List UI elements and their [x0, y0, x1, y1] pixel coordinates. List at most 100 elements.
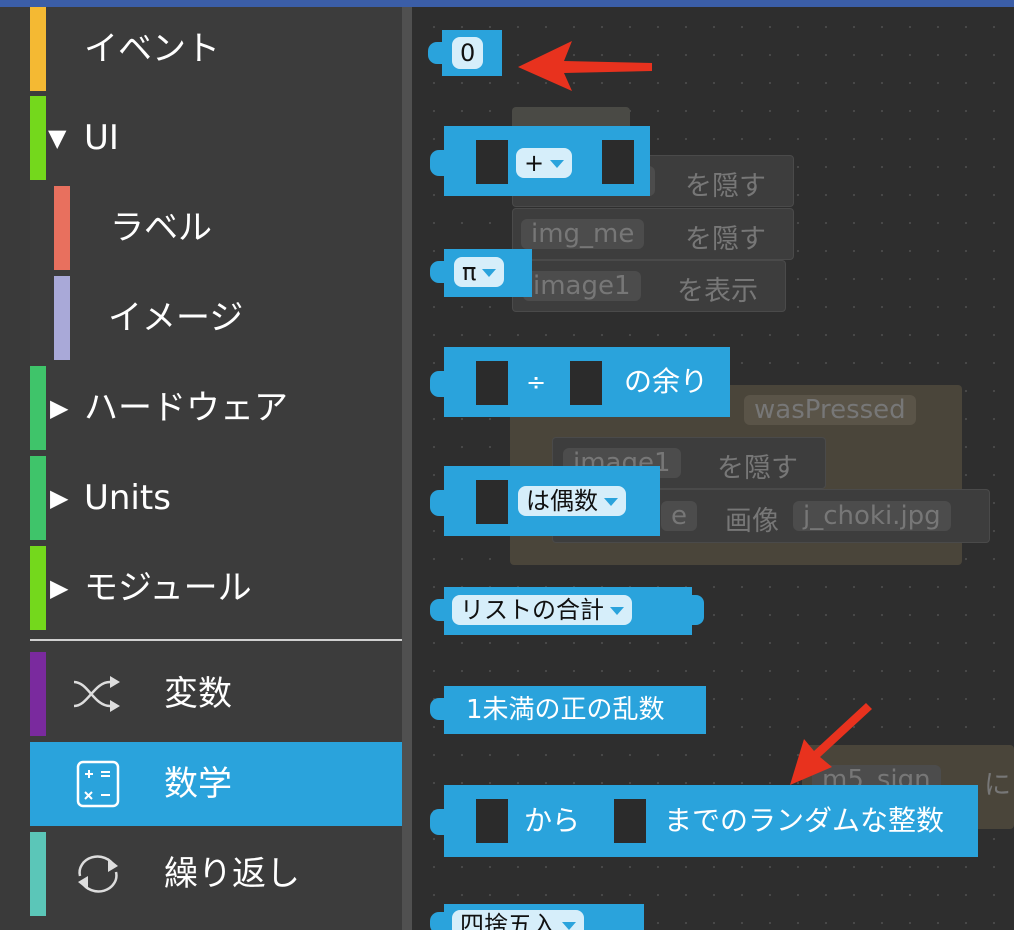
operator-text: +	[524, 149, 545, 177]
calculator-icon	[76, 760, 120, 808]
collapse-triangle-icon[interactable]: ▶	[50, 366, 68, 450]
list-op-dropdown[interactable]: リストの合計	[452, 595, 632, 625]
operator-dropdown[interactable]: +	[516, 148, 573, 178]
constant-dropdown[interactable]: π	[454, 257, 505, 287]
output-tab	[430, 599, 448, 621]
category-units[interactable]: ▶ Units	[30, 456, 402, 540]
category-variables[interactable]: 変数	[30, 652, 402, 736]
category-color-bar	[54, 276, 70, 360]
input-socket[interactable]	[476, 799, 508, 843]
ghost-hide-block: img_me を隠す	[512, 208, 794, 260]
category-math[interactable]: 数学	[30, 742, 402, 826]
category-image-sub[interactable]: イメージ	[30, 276, 402, 360]
is-even-block[interactable]: は偶数	[430, 466, 660, 536]
category-color-bar	[30, 96, 46, 180]
ghost-dropdown: image1	[523, 271, 641, 301]
category-label: ラベル	[110, 208, 212, 248]
category-label: Units	[84, 478, 171, 518]
ghost-label: 画像	[725, 506, 779, 537]
output-tab	[430, 698, 448, 720]
category-loops[interactable]: 繰り返し	[30, 832, 402, 916]
ghost-action-text: を隠す	[685, 224, 766, 255]
annotation-arrow-icon	[518, 41, 652, 91]
category-label: 数学	[164, 764, 232, 804]
collapse-triangle-icon[interactable]: ▶	[50, 546, 68, 630]
ghost-dropdown: wasPressed	[744, 395, 916, 425]
category-event[interactable]: イベント	[30, 7, 402, 91]
input-tab	[690, 595, 704, 625]
top-bar	[0, 0, 1014, 7]
constant-block[interactable]: π	[430, 249, 532, 297]
output-tab	[428, 42, 446, 64]
collapse-triangle-icon[interactable]: ▶	[50, 456, 68, 540]
list-sum-block[interactable]: リストの合計	[430, 587, 704, 635]
number-value-field[interactable]: 0	[452, 37, 484, 69]
category-color-bar	[30, 7, 46, 91]
left-margin	[0, 7, 30, 930]
property-dropdown[interactable]: は偶数	[518, 486, 626, 516]
ghost-action-text: を表示	[677, 276, 758, 307]
sidebar-divider[interactable]	[402, 7, 412, 930]
output-tab	[430, 912, 448, 930]
round-text: 四捨五入	[460, 911, 556, 930]
input-socket[interactable]	[476, 480, 508, 524]
category-ui[interactable]: ▼ UI	[30, 96, 402, 180]
number-block[interactable]: 0	[428, 30, 502, 76]
round-dropdown[interactable]: 四捨五入	[452, 910, 584, 930]
annotation-arrow-icon	[790, 703, 872, 785]
block-workspace[interactable]: m5 を隠す img_me を隠す image1 を表示 wasPressed …	[412, 7, 1014, 930]
output-tab	[430, 371, 448, 397]
input-socket[interactable]	[602, 140, 634, 184]
category-label: ハードウェア	[84, 388, 288, 428]
ghost-dropdown: j_choki.jpg	[793, 501, 951, 531]
category-label: 変数	[164, 674, 232, 714]
block-label: の余り	[624, 365, 709, 398]
output-tab	[430, 261, 448, 283]
block-label: までのランダムな整数	[664, 804, 945, 837]
category-color-bar	[30, 832, 46, 916]
input-socket[interactable]	[476, 361, 508, 405]
ghost-action-text: を隠す	[685, 171, 766, 202]
modulo-block[interactable]: ÷ の余り	[430, 347, 730, 417]
block-label: 1未満の正の乱数	[466, 695, 665, 725]
expand-triangle-icon[interactable]: ▼	[48, 96, 66, 180]
category-color-bar	[30, 652, 46, 736]
category-label: モジュール	[84, 568, 252, 608]
category-separator	[30, 639, 402, 641]
chevron-down-icon	[550, 160, 565, 168]
random-fraction-block[interactable]: 1未満の正の乱数	[430, 686, 706, 734]
category-color-bar	[30, 546, 46, 630]
round-block[interactable]: 四捨五入	[430, 904, 644, 930]
category-color-bar	[30, 456, 46, 540]
category-label: イベント	[84, 29, 220, 69]
input-socket[interactable]	[614, 799, 646, 843]
output-tab	[430, 150, 448, 176]
ghost-dropdown: e	[661, 501, 697, 531]
list-op-text: リストの合計	[460, 596, 604, 624]
category-modules[interactable]: ▶ モジュール	[30, 546, 402, 630]
constant-text: π	[462, 258, 477, 286]
arithmetic-block[interactable]: +	[430, 126, 650, 196]
output-tab	[430, 490, 448, 516]
category-color-bar	[54, 186, 70, 270]
property-text: は偶数	[526, 487, 598, 515]
ghost-show-block: image1 を表示	[512, 260, 786, 312]
category-label: UI	[84, 118, 119, 158]
shuffle-icon	[73, 676, 120, 712]
input-socket[interactable]	[570, 361, 602, 405]
category-label: イメージ	[108, 298, 244, 338]
ghost-action-text: を隠す	[717, 453, 798, 484]
input-socket[interactable]	[476, 140, 508, 184]
toolbox-sidebar: イベント ▼ UI ラベル イメージ ▶ ハードウェア ▶ Units ▶ モジ…	[30, 7, 402, 930]
category-hardware[interactable]: ▶ ハードウェア	[30, 366, 402, 450]
ghost-dropdown: img_me	[521, 219, 645, 249]
divide-operator: ÷	[526, 368, 547, 396]
block-label: から	[524, 804, 581, 837]
chevron-down-icon	[604, 498, 618, 506]
category-label-sub[interactable]: ラベル	[30, 186, 402, 270]
loop-icon	[78, 855, 118, 893]
category-label: 繰り返し	[164, 854, 300, 894]
random-int-block[interactable]: から までのランダムな整数	[430, 785, 978, 857]
chevron-down-icon	[610, 607, 624, 615]
output-tab	[430, 809, 448, 835]
